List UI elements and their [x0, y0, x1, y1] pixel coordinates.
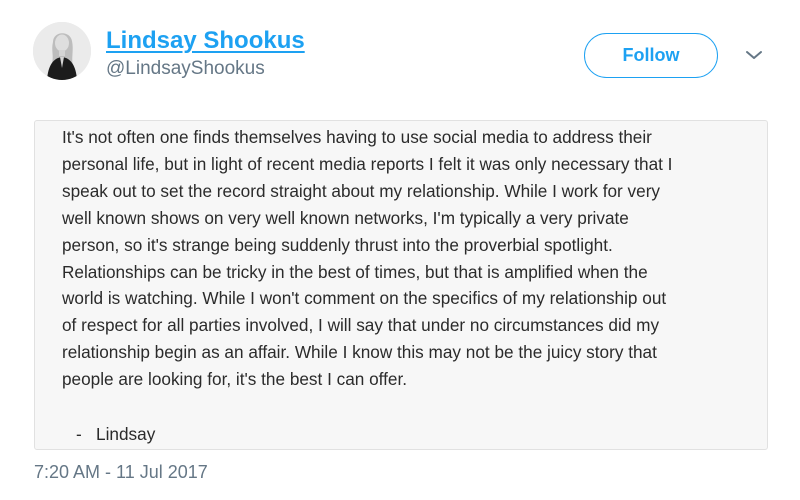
profile-photo-icon — [33, 22, 91, 80]
chevron-down-icon[interactable] — [743, 47, 765, 63]
author-handle[interactable]: @LindsayShookus — [106, 58, 265, 80]
avatar[interactable] — [33, 22, 91, 80]
statement-text: It's not often one finds themselves havi… — [62, 127, 673, 390]
author-display-name[interactable]: Lindsay Shookus — [106, 27, 305, 55]
tweet-timestamp[interactable]: 7:20 AM - 11 Jul 2017 — [34, 462, 208, 483]
follow-button[interactable]: Follow — [584, 33, 718, 78]
tweet: Lindsay Shookus @LindsayShookus Follow I… — [0, 0, 800, 500]
statement-signature: - Lindsay — [76, 424, 156, 444]
